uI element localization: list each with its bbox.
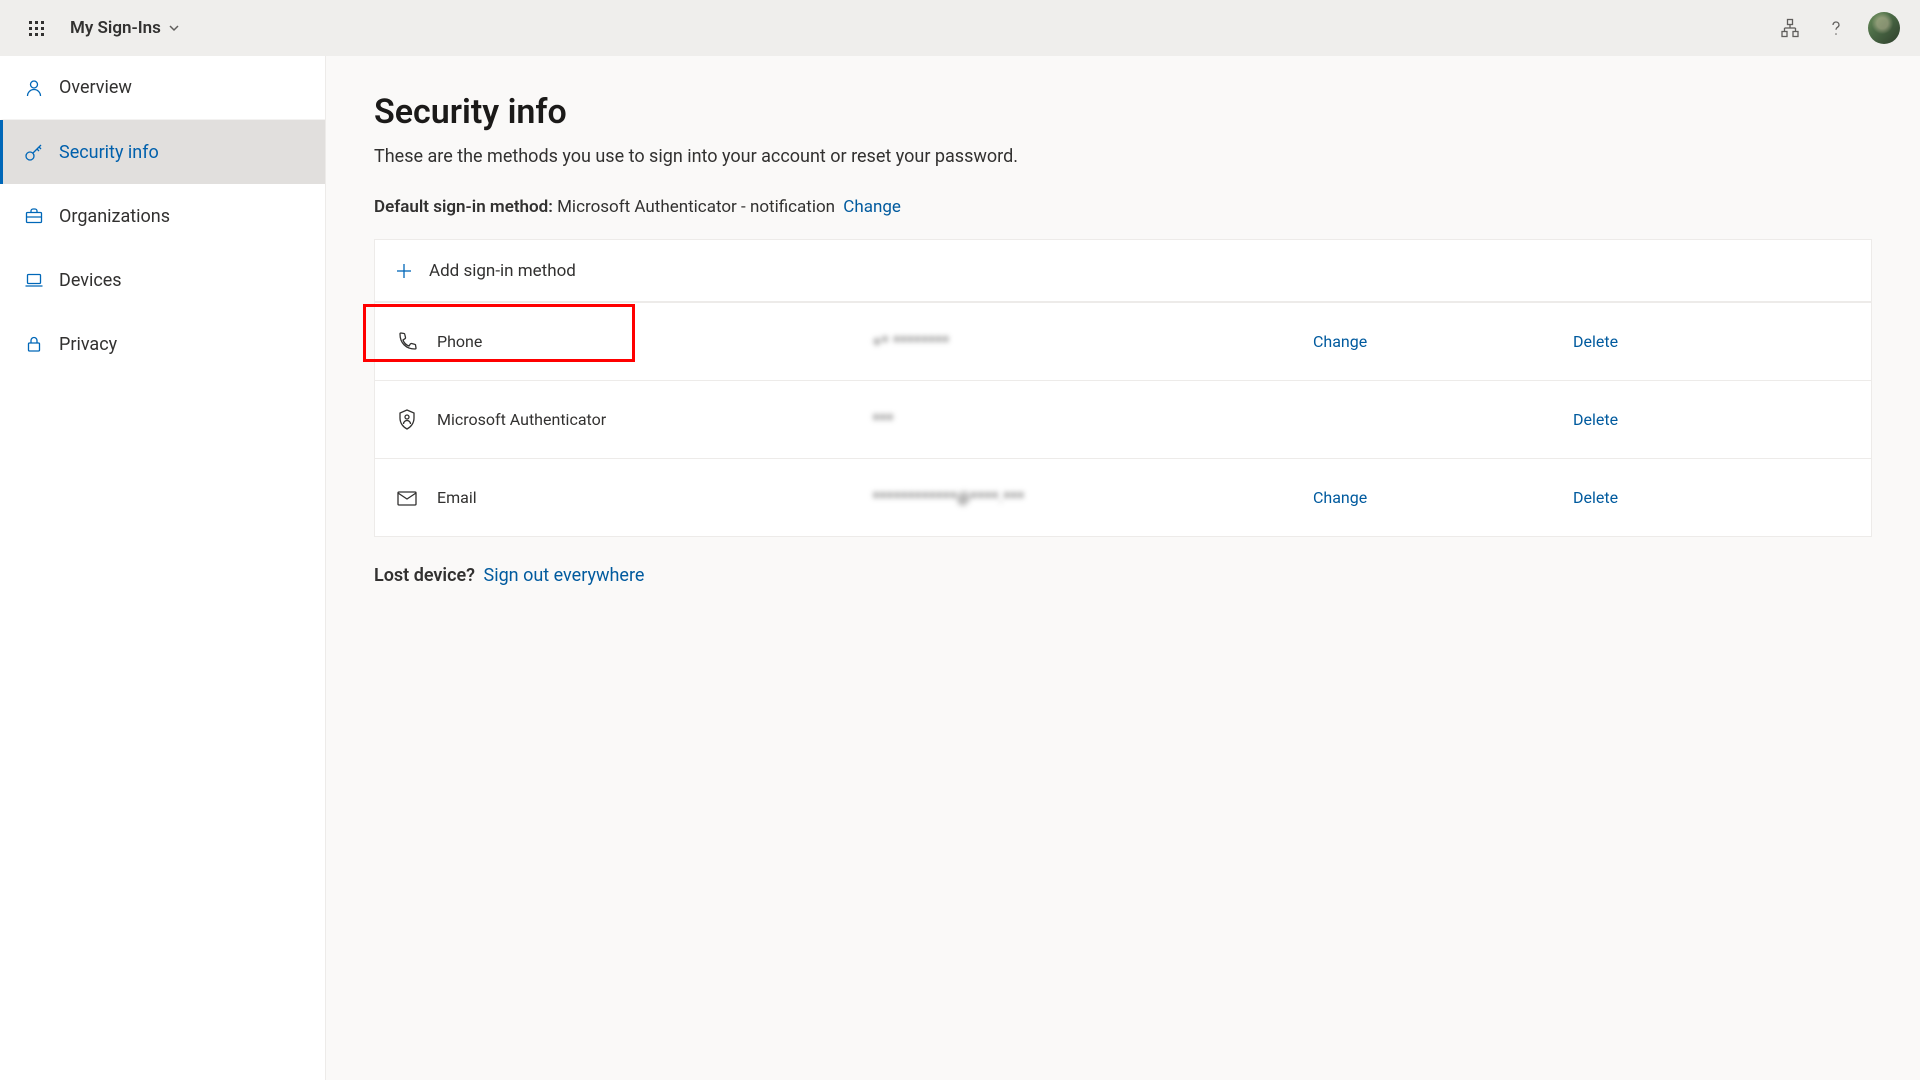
- sidebar-item-label: Devices: [59, 270, 122, 291]
- sidebar-item-label: Overview: [59, 77, 132, 98]
- app-title-dropdown[interactable]: My Sign-Ins: [70, 18, 181, 38]
- method-value: +* ********: [873, 334, 1313, 350]
- add-method-row: Add sign-in method: [375, 240, 1871, 302]
- authenticator-icon: [393, 406, 421, 434]
- sidebar-item-overview[interactable]: Overview: [0, 56, 325, 120]
- change-method-link[interactable]: Change: [1313, 332, 1573, 351]
- default-signin-label: Default sign-in method:: [374, 197, 553, 217]
- method-row-phone: Phone +* ******** Change Delete: [375, 302, 1871, 380]
- org-chart-button[interactable]: [1770, 8, 1810, 48]
- help-button[interactable]: [1816, 8, 1856, 48]
- change-default-link[interactable]: Change: [843, 197, 901, 217]
- briefcase-icon: [23, 205, 45, 227]
- default-signin-line: Default sign-in method: Microsoft Authen…: [374, 197, 1872, 217]
- method-value: ************@****.***: [873, 490, 1313, 506]
- person-icon: [23, 77, 45, 99]
- app-launcher-button[interactable]: [20, 12, 52, 44]
- method-name-label: Phone: [437, 332, 482, 351]
- method-name-label: Email: [437, 488, 477, 507]
- sidebar-item-security-info[interactable]: Security info: [0, 120, 325, 184]
- email-icon: [393, 484, 421, 512]
- laptop-icon: [23, 269, 45, 291]
- method-row-email: Email ************@****.*** Change Delet…: [375, 458, 1871, 536]
- sidebar-item-label: Security info: [59, 142, 159, 163]
- sidebar-item-label: Privacy: [59, 334, 117, 355]
- sidebar-item-label: Organizations: [59, 206, 170, 227]
- default-signin-value: Microsoft Authenticator - notification: [557, 197, 835, 217]
- help-icon: [1826, 18, 1846, 38]
- sidebar-item-devices[interactable]: Devices: [0, 248, 325, 312]
- methods-table: Add sign-in method Phone +* ******** Cha…: [374, 239, 1872, 537]
- lock-icon: [23, 333, 45, 355]
- lost-device-line: Lost device? Sign out everywhere: [374, 565, 1872, 586]
- delete-method-link[interactable]: Delete: [1573, 332, 1871, 351]
- add-signin-method-button[interactable]: Add sign-in method: [393, 260, 576, 282]
- key-icon: [23, 141, 45, 163]
- topbar: My Sign-Ins: [0, 0, 1920, 56]
- add-signin-method-label: Add sign-in method: [429, 261, 576, 281]
- sidebar: Overview Security info Organizations Dev…: [0, 56, 326, 1080]
- sidebar-item-privacy[interactable]: Privacy: [0, 312, 325, 376]
- apps-grid-icon: [29, 21, 44, 36]
- method-row-authenticator: Microsoft Authenticator *** Delete: [375, 380, 1871, 458]
- method-name-label: Microsoft Authenticator: [437, 410, 606, 429]
- sign-out-everywhere-link[interactable]: Sign out everywhere: [484, 565, 645, 586]
- app-title-label: My Sign-Ins: [70, 18, 161, 38]
- change-method-link[interactable]: Change: [1313, 488, 1573, 507]
- delete-method-link[interactable]: Delete: [1573, 488, 1871, 507]
- user-avatar[interactable]: [1868, 12, 1900, 44]
- method-value: ***: [873, 412, 1313, 428]
- phone-icon: [393, 328, 421, 356]
- page-title: Security info: [374, 92, 1872, 132]
- lost-device-label: Lost device?: [374, 565, 475, 586]
- page-description: These are the methods you use to sign in…: [374, 146, 1872, 167]
- chevron-down-icon: [167, 21, 181, 35]
- delete-method-link[interactable]: Delete: [1573, 410, 1871, 429]
- plus-icon: [393, 260, 415, 282]
- sidebar-item-organizations[interactable]: Organizations: [0, 184, 325, 248]
- main-content: Security info These are the methods you …: [326, 56, 1920, 1080]
- org-chart-icon: [1780, 18, 1800, 38]
